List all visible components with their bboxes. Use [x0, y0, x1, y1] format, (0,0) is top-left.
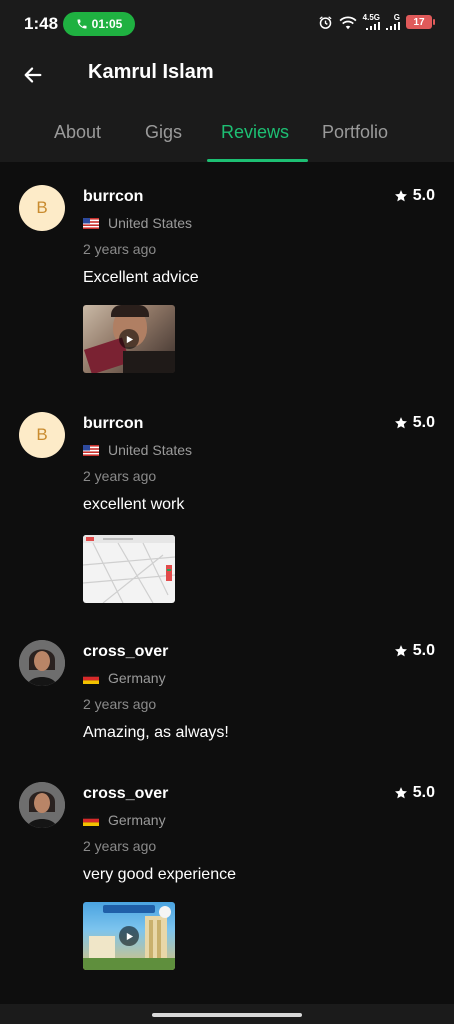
call-duration: 01:05	[91, 17, 123, 31]
reviewer-country: Germany	[83, 670, 166, 686]
rating-value: 5.0	[412, 784, 435, 801]
rating: 5.0	[394, 642, 435, 660]
play-icon	[119, 926, 139, 946]
home-indicator[interactable]	[152, 1013, 302, 1017]
reviewer-name[interactable]: burrcon	[83, 415, 143, 433]
video-thumbnail[interactable]	[83, 902, 175, 970]
alarm-icon	[319, 15, 332, 29]
status-time: 1:48	[24, 14, 59, 33]
rating-value: 5.0	[412, 414, 435, 431]
reviewer-name[interactable]: cross_over	[83, 643, 168, 661]
us-flag-icon	[83, 444, 99, 456]
status-bar: 1:48 01:05 4.5G G 17	[0, 0, 454, 48]
active-tab-indicator	[207, 159, 308, 162]
star-icon	[394, 787, 407, 799]
review-time: 2 years ago	[83, 468, 157, 484]
star-icon	[394, 645, 407, 657]
play-icon	[119, 329, 139, 349]
avatar[interactable]	[19, 640, 65, 686]
signal-g: G	[386, 14, 400, 30]
rating: 5.0	[394, 784, 435, 802]
review-time: 2 years ago	[83, 241, 157, 257]
video-thumbnail[interactable]	[83, 305, 175, 373]
review-comment: excellent work	[83, 496, 185, 513]
reviewer-country: Germany	[83, 812, 166, 828]
avatar[interactable]	[19, 782, 65, 828]
country-name: United States	[108, 442, 193, 458]
ongoing-call-chip[interactable]: 01:05	[63, 12, 135, 36]
country-name: United States	[108, 215, 193, 231]
reviewer-country: United States	[83, 215, 192, 231]
tab-about[interactable]: About	[54, 122, 101, 143]
wifi-icon	[339, 16, 357, 29]
tab-reviews[interactable]: Reviews	[221, 122, 289, 143]
rating-value: 5.0	[412, 187, 435, 204]
reviewer-country: United States	[83, 442, 192, 458]
person-shirt	[123, 351, 175, 373]
network-label-g: G	[393, 13, 400, 22]
review-comment: very good experience	[83, 866, 236, 883]
country-name: Germany	[108, 670, 166, 686]
tab-bar: About Gigs Reviews Portfolio	[0, 110, 454, 162]
reviewer-name[interactable]: burrcon	[83, 188, 143, 206]
review-comment: Excellent advice	[83, 269, 199, 286]
battery-level: 17	[413, 16, 425, 28]
phone-icon	[77, 19, 87, 29]
rating-value: 5.0	[412, 642, 435, 659]
image-thumbnail[interactable]	[83, 535, 175, 603]
page-title: Kamrul Islam	[88, 61, 214, 83]
back-button[interactable]	[18, 60, 48, 90]
review-time: 2 years ago	[83, 838, 157, 854]
us-flag-icon	[83, 217, 99, 229]
avatar[interactable]: B	[19, 412, 65, 458]
person-photo	[19, 640, 65, 686]
country-name: Germany	[108, 812, 166, 828]
network-label-4g: 4.5G	[362, 13, 380, 22]
germany-flag-icon	[83, 672, 99, 684]
signal-bars-icon	[366, 22, 380, 30]
rating: 5.0	[394, 414, 435, 432]
star-icon	[394, 190, 407, 202]
tab-portfolio[interactable]: Portfolio	[322, 122, 388, 143]
map-screenshot	[83, 535, 175, 603]
battery-icon: 17	[406, 15, 435, 29]
tab-gigs[interactable]: Gigs	[145, 122, 182, 143]
avatar[interactable]: B	[19, 185, 65, 231]
germany-flag-icon	[83, 814, 99, 826]
person-photo	[19, 782, 65, 828]
arrow-left-icon	[24, 67, 42, 83]
review-comment: Amazing, as always!	[83, 724, 229, 741]
person-hair	[111, 305, 149, 317]
app-bar: Kamrul Islam About Gigs Reviews Portfoli…	[0, 48, 454, 162]
signal-bars-icon	[386, 22, 400, 30]
signal-4g: 4.5G	[363, 14, 380, 30]
review-time: 2 years ago	[83, 696, 157, 712]
rating: 5.0	[394, 187, 435, 205]
star-icon	[394, 417, 407, 429]
reviewer-name[interactable]: cross_over	[83, 785, 168, 803]
